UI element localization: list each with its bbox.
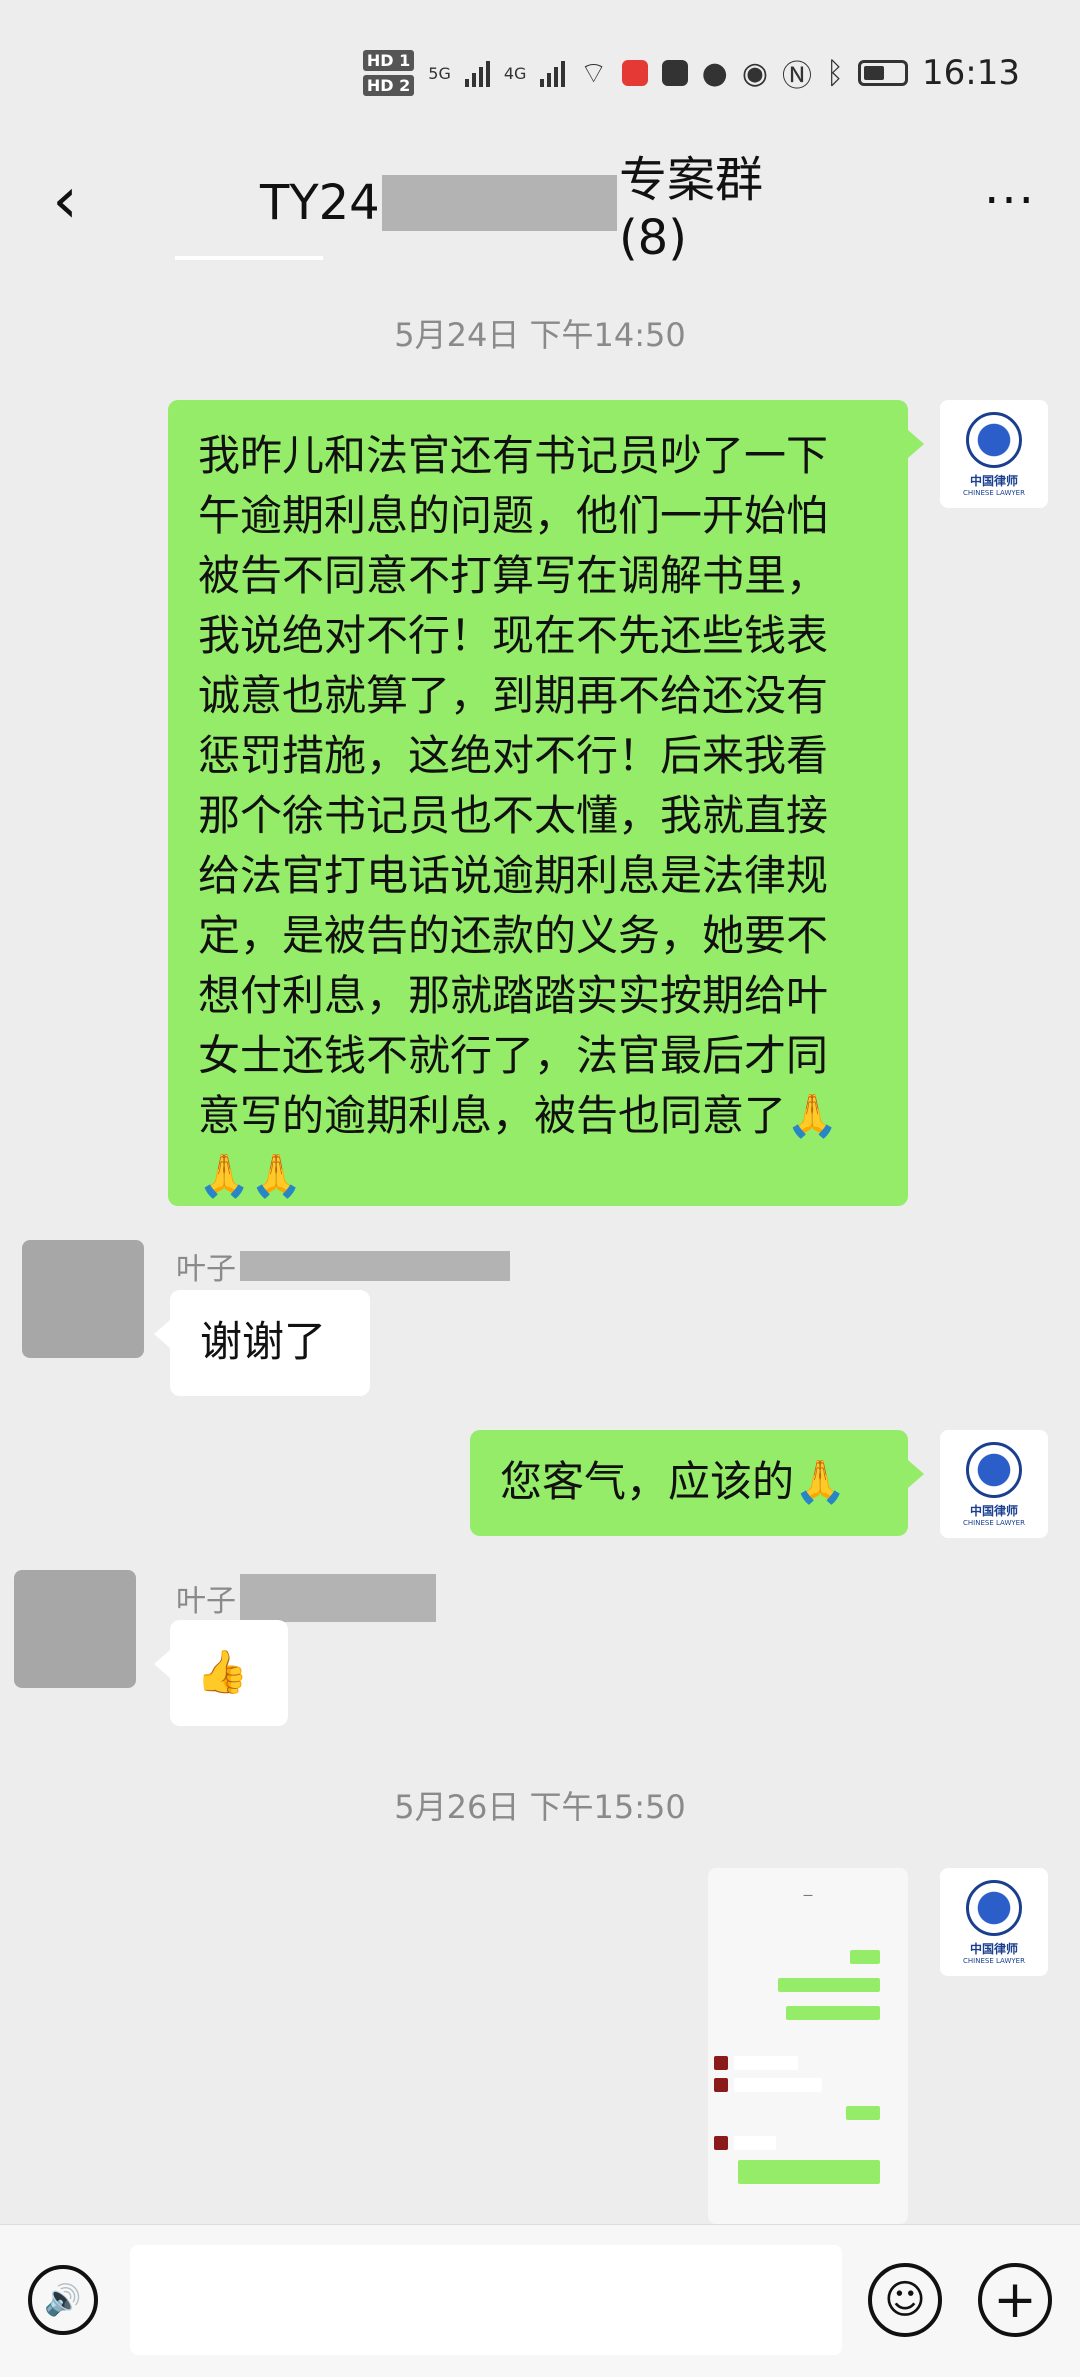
message-line: 午逾期利息的问题，他们一开始怕 — [198, 491, 829, 540]
dark-app-icon — [661, 60, 688, 86]
thumb-bubble — [846, 2106, 880, 2120]
message-line: 女士还钱不就行了，法官最后才同 — [198, 1031, 829, 1080]
sender-name: 叶子 — [176, 1574, 436, 1622]
message-line: 诚意也就算了，到期再不给还没有 — [198, 671, 829, 720]
avatar[interactable] — [22, 1240, 144, 1358]
avatar-label-cn: 中国律师 — [969, 1941, 1018, 1956]
message-bubble-sent[interactable]: 您客气，应该的🙏 — [470, 1430, 924, 1536]
message-line: 想付利息，那就踏踏实实按期给叶 — [198, 971, 829, 1020]
thumb-bubble — [734, 2078, 822, 2092]
header-underline — [175, 256, 323, 260]
message-line: 🙏🙏 — [198, 1151, 303, 1200]
message-line: 意写的逾期利息，被告也同意了🙏 — [198, 1091, 839, 1140]
status-icons: HD 1 HD 2 5G 4G ⌔ ● ◉ Ⓝ ᛒ 16:13 — [362, 50, 1020, 96]
signal-5g-label: 5G — [428, 63, 451, 83]
avatar[interactable]: 中国律师 CHINESE LAWYER — [940, 1430, 1048, 1538]
plus-icon[interactable]: + — [978, 2263, 1052, 2337]
nfc-icon: Ⓝ — [782, 59, 813, 94]
wifi-icon: ⌔ — [579, 56, 608, 91]
red-app-icon — [621, 60, 648, 86]
avatar-label-en: CHINESE LAWYER — [963, 1956, 1025, 1965]
redaction-block — [381, 175, 617, 231]
message-line: 给法官打电话说逾期利息是法律规 — [198, 851, 829, 900]
message-line: 惩罚措施，这绝对不行！后来我看 — [198, 731, 829, 780]
avatar-label-cn: 中国律师 — [969, 1503, 1018, 1518]
chat-title-prefix: TY24 — [260, 175, 380, 231]
message-line: 定，是被告的还款的义务，她要不 — [198, 911, 829, 960]
back-icon[interactable]: ‹ — [30, 166, 100, 236]
avatar[interactable]: 中国律师 CHINESE LAWYER — [940, 400, 1048, 508]
redaction-block — [240, 1251, 510, 1281]
chat-header: ‹ TY24 专案群(8) ··· — [0, 150, 1080, 266]
message-line: 我昨儿和法官还有书记员吵了一下 — [198, 431, 829, 480]
redaction-block — [240, 1574, 436, 1622]
hd-indicator: HD 1 HD 2 — [362, 50, 415, 96]
image-thumbnail-header: — — [803, 1890, 813, 1901]
avatar-label-cn: 中国律师 — [969, 473, 1018, 488]
message-text: 您客气，应该的🙏 — [500, 1457, 847, 1506]
message-line: 我说绝对不行！现在不先还些钱表 — [198, 611, 829, 660]
thumb-bubble — [778, 1978, 880, 1992]
thumb-avatar — [714, 2078, 728, 2092]
message-text: 谢谢了 — [200, 1317, 327, 1366]
more-options-icon[interactable]: ··· — [970, 166, 1050, 236]
thumb-bubble — [734, 2136, 776, 2150]
lawyer-emblem-icon — [966, 1879, 1022, 1936]
status-bar: HD 1 HD 2 5G 4G ⌔ ● ◉ Ⓝ ᛒ 16:13 — [0, 0, 1080, 150]
thumb-avatar — [714, 2136, 728, 2150]
message-line: 被告不同意不打算写在调解书里， — [198, 551, 829, 600]
message-icon: ● — [701, 55, 728, 91]
message-line: 那个徐书记员也不太懂，我就直接 — [198, 791, 829, 840]
thumb-bubble — [850, 1950, 880, 1964]
thumb-avatar — [714, 2056, 728, 2070]
timestamp: 5月26日 下午15:50 — [394, 1788, 686, 1826]
message-bubble-sent[interactable]: 我昨儿和法官还有书记员吵了一下 午逾期利息的问题，他们一开始怕 被告不同意不打算… — [168, 400, 924, 1206]
thumb-bubble — [738, 2160, 880, 2184]
bluetooth-icon: ᛒ — [826, 55, 845, 91]
sender-name: 叶子 — [176, 1244, 510, 1288]
avatar[interactable]: 中国律师 CHINESE LAWYER — [940, 1868, 1048, 1976]
lawyer-emblem-icon — [966, 1441, 1022, 1498]
sender-name-text: 叶子 — [176, 1252, 236, 1287]
message-bubble-received[interactable]: 谢谢了 — [154, 1290, 370, 1396]
hd2-label: HD 2 — [362, 75, 415, 96]
lawyer-emblem-icon — [966, 411, 1022, 468]
voice-input-icon[interactable]: 🔊 — [28, 2265, 98, 2335]
signal-bars-icon — [464, 59, 490, 87]
message-input[interactable] — [130, 2245, 842, 2355]
thumb-bubble — [786, 2006, 880, 2020]
emoji-icon[interactable]: ☺ — [868, 2263, 942, 2337]
chat-title: TY24 专案群(8) — [260, 152, 820, 266]
timestamp: 5月24日 下午14:50 — [394, 316, 686, 354]
thumbs-up-emoji: 👍 — [196, 1647, 249, 1696]
sender-name-text: 叶子 — [176, 1584, 236, 1619]
hd1-label: HD 1 — [362, 50, 415, 71]
signal-4g-label: 4G — [503, 63, 527, 83]
eye-icon: ◉ — [741, 55, 769, 91]
battery-icon — [858, 60, 909, 86]
input-bar: 🔊 ☺ + — [0, 2224, 1080, 2377]
thumb-bubble — [734, 2056, 798, 2070]
avatar-label-en: CHINESE LAWYER — [963, 488, 1025, 497]
chat-title-suffix: 专案群(8) — [618, 152, 763, 266]
status-time: 16:13 — [922, 53, 1020, 93]
avatar[interactable] — [14, 1570, 136, 1688]
avatar-label-en: CHINESE LAWYER — [963, 1518, 1025, 1527]
message-bubble-received[interactable]: 👍 — [154, 1620, 288, 1726]
signal-bars-icon-2 — [540, 59, 566, 87]
image-message[interactable]: — — [708, 1868, 908, 2224]
